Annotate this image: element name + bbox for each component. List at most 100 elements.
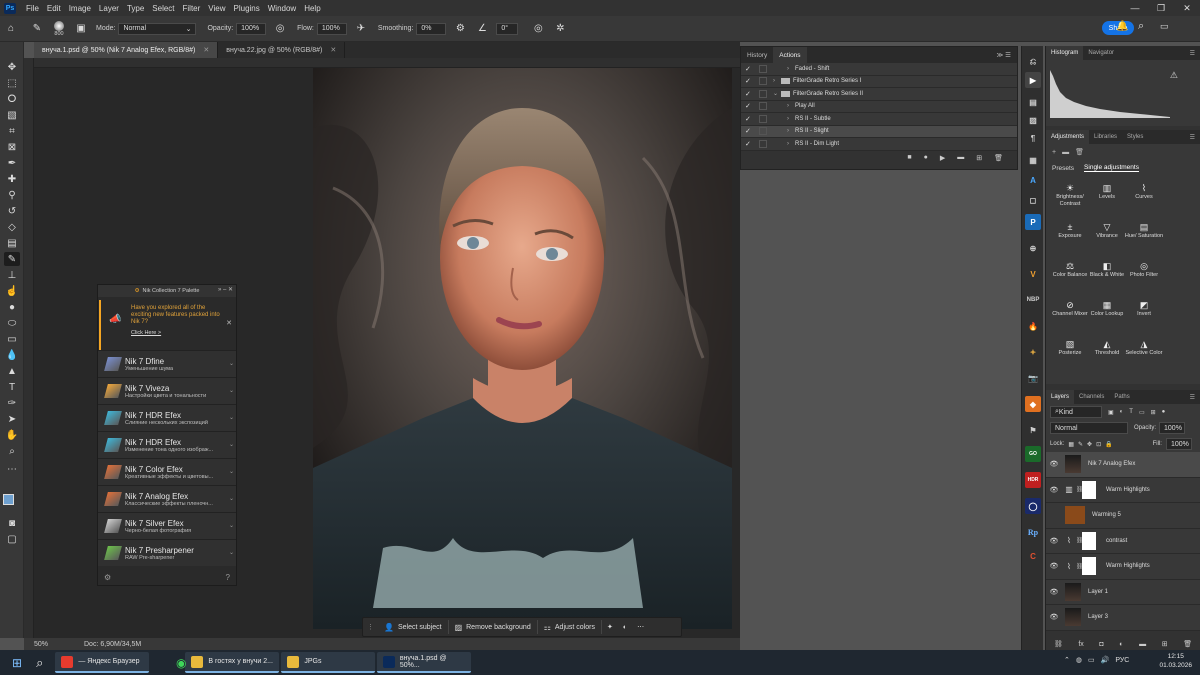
paragraph-icon[interactable]: ¶: [1025, 130, 1041, 146]
hand-tool-icon[interactable]: ✋: [4, 428, 20, 442]
check-icon[interactable]: ✓: [745, 65, 755, 73]
eye-icon[interactable]: 👁: [1046, 613, 1062, 621]
circle-half-icon[interactable]: ◐: [618, 624, 632, 631]
action-row[interactable]: ✓ › RS II - Subtle: [741, 113, 1017, 126]
layer-row[interactable]: 👁 ⌇ ⛓ Warm Highlights: [1046, 554, 1200, 580]
brush-settings-icon[interactable]: ▣: [74, 22, 88, 36]
stamp-tool-icon[interactable]: ⚲: [4, 188, 20, 202]
menu-help[interactable]: Help: [300, 4, 324, 13]
notifications-icon[interactable]: 🔔: [1116, 21, 1128, 32]
menu-window[interactable]: Window: [264, 4, 300, 13]
menu-filter[interactable]: Filter: [179, 4, 205, 13]
check-icon[interactable]: ✓: [745, 77, 755, 85]
gear-icon[interactable]: ⚙: [104, 573, 111, 582]
panel-menu-icon[interactable]: ≫ ☰: [991, 47, 1017, 63]
menu-type[interactable]: Type: [123, 4, 148, 13]
chevron-right-icon[interactable]: ›: [787, 103, 795, 109]
filter-toggle-icon[interactable]: ●: [1162, 409, 1166, 415]
blur-icon[interactable]: ▲: [4, 364, 20, 378]
nik-item[interactable]: Nik 7 Silver Efex Черно-белая фотография ⌄: [98, 512, 236, 539]
type-tool-icon[interactable]: T: [4, 380, 20, 394]
check-icon[interactable]: ✓: [745, 140, 755, 148]
close-icon[interactable]: ✕: [203, 46, 209, 54]
symmetry-icon[interactable]: ✲: [553, 22, 567, 36]
presets-tab[interactable]: Presets: [1052, 165, 1074, 172]
help-icon[interactable]: ?: [226, 573, 230, 582]
chevron-down-icon[interactable]: ⌄: [773, 90, 781, 97]
warning-icon[interactable]: ⚠: [1170, 70, 1178, 81]
pen-tool-icon[interactable]: ✑: [4, 396, 20, 410]
tab-paths[interactable]: Paths: [1109, 390, 1134, 404]
cube-icon[interactable]: ◆: [1025, 396, 1041, 412]
tab-document-2[interactable]: внуча.22.jpg @ 50% (RGB/8#) ✕: [218, 42, 346, 58]
nik-item[interactable]: Nik 7 Dfine Уменьшение шума ⌄: [98, 350, 236, 377]
quick-mask-icon[interactable]: ◙: [4, 516, 20, 530]
restore-icon[interactable]: ❐: [1148, 3, 1174, 14]
action-row[interactable]: ✓ › RS II - Slight: [741, 125, 1017, 138]
adjustment-threshold[interactable]: ◭ Threshold: [1087, 338, 1127, 357]
action-row[interactable]: ✓ › Play All: [741, 100, 1017, 113]
eye-icon[interactable]: 👁: [1046, 486, 1062, 494]
tab-libraries[interactable]: Libraries: [1089, 130, 1122, 144]
brush-tool-icon[interactable]: ✎: [4, 252, 20, 266]
dialog-toggle[interactable]: [759, 114, 767, 123]
lock-paint-icon[interactable]: ✎: [1078, 441, 1083, 448]
add-icon[interactable]: +: [1052, 149, 1056, 156]
filter-type-icon[interactable]: T: [1129, 409, 1133, 415]
lock-pixels-icon[interactable]: ▦: [1068, 441, 1074, 448]
adjustment-vibrance[interactable]: ▽ Vibrance: [1087, 221, 1127, 240]
plugin-go-icon[interactable]: GO: [1025, 446, 1041, 462]
fx-icon[interactable]: fx: [1078, 641, 1083, 648]
folder-icon[interactable]: ▬: [1062, 149, 1069, 156]
gear-icon[interactable]: ⚙: [453, 22, 467, 36]
clock[interactable]: 12:15 01.03.2026: [1159, 652, 1192, 670]
lock-artboard-icon[interactable]: ⊡: [1096, 441, 1101, 448]
history-brush-icon[interactable]: ↺: [4, 204, 20, 218]
adjustment-posterize[interactable]: ▧ Posterize: [1050, 338, 1090, 357]
drop-icon[interactable]: 💧: [4, 348, 20, 362]
search-icon[interactable]: ⌕: [30, 652, 49, 673]
adjustment-photo-filter[interactable]: ◎ Photo Filter: [1124, 260, 1164, 279]
menu-plugins[interactable]: Plugins: [230, 4, 264, 13]
rectangle-icon[interactable]: ▭: [4, 332, 20, 346]
tab-channels[interactable]: Channels: [1074, 390, 1109, 404]
actions-icon[interactable]: ▶: [1025, 72, 1041, 88]
action-row[interactable]: ✓ › FilterGrade Retro Series I: [741, 75, 1017, 88]
tab-layers[interactable]: Layers: [1046, 390, 1075, 404]
stop-icon[interactable]: ■: [907, 154, 911, 161]
adjust-colors-button[interactable]: ⚏ Adjust colors: [538, 620, 602, 634]
opacity-field[interactable]: 100%: [236, 22, 267, 35]
airbrush-icon[interactable]: ✈: [354, 22, 368, 36]
history-icon[interactable]: ⎌: [1025, 54, 1041, 70]
eye-icon[interactable]: 👁: [1046, 460, 1062, 468]
grid-icon[interactable]: ▦: [1025, 152, 1041, 168]
adjustment-color-lookup[interactable]: ▦ Color Lookup: [1087, 299, 1127, 318]
plugin-rp-icon[interactable]: Rp: [1025, 524, 1041, 540]
network-icon[interactable]: ▭: [1088, 656, 1095, 664]
dialog-toggle[interactable]: [759, 139, 767, 148]
layer-mask[interactable]: [1082, 480, 1096, 499]
plugin-c-icon[interactable]: C: [1025, 548, 1041, 564]
adjustment-levels[interactable]: ▥ Levels: [1087, 182, 1127, 201]
foreground-color[interactable]: [3, 494, 14, 505]
filter-shape-icon[interactable]: ▭: [1139, 409, 1145, 416]
adjustment-selective-color[interactable]: ◮ Selective Color: [1124, 338, 1164, 357]
camera-icon[interactable]: 📷: [1025, 370, 1041, 386]
object-select-icon[interactable]: ▧: [4, 108, 20, 122]
plugin-nbp-icon[interactable]: NBP: [1025, 292, 1041, 308]
windows-start-icon[interactable]: ⊞: [6, 652, 28, 673]
layer-mask[interactable]: [1082, 557, 1096, 576]
eye-icon[interactable]: 👁: [1046, 588, 1062, 596]
mask-icon[interactable]: ◘: [1099, 641, 1103, 648]
minimize-icon[interactable]: —: [1122, 3, 1148, 13]
layer-row[interactable]: 👁 Nik 7 Analog Efex: [1046, 452, 1200, 478]
brush-tool-icon[interactable]: ✎: [30, 22, 44, 36]
whatsapp-icon[interactable]: ◉: [170, 652, 192, 673]
brush-preset-picker[interactable]: 800: [54, 20, 64, 37]
tab-navigator[interactable]: Navigator: [1083, 46, 1119, 60]
tab-actions[interactable]: Actions: [773, 47, 807, 63]
plugin-red-icon[interactable]: HDR: [1025, 472, 1041, 488]
nik-item[interactable]: Nik 7 HDR Efex Изменение тона одного изоб…: [98, 431, 236, 458]
action-row[interactable]: ✓ › Faded - Shift: [741, 63, 1017, 76]
close-icon[interactable]: ✕: [226, 320, 232, 327]
